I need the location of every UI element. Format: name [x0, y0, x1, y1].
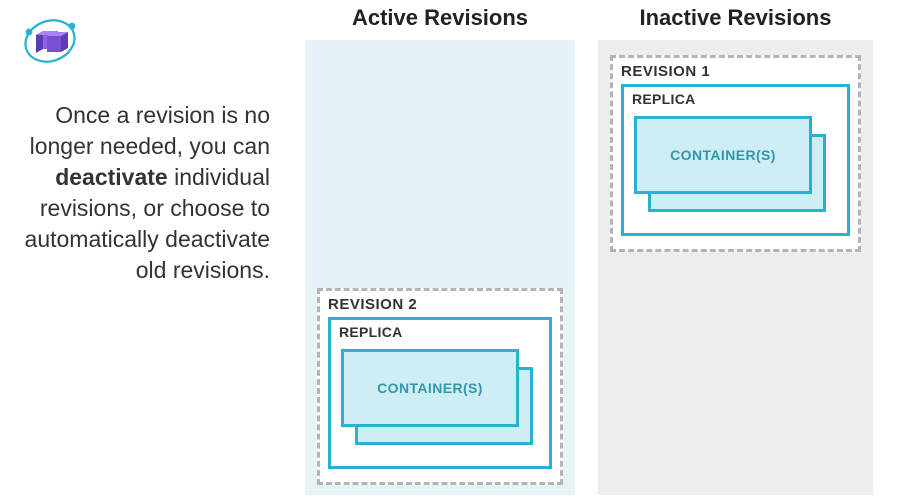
active-revisions-column: Active Revisions REVISION 2 REPLICA CONT…	[305, 5, 575, 495]
inactive-revisions-column: Inactive Revisions REVISION 1 REPLICA CO…	[598, 5, 873, 495]
revision-1-replica-label: REPLICA	[632, 90, 839, 108]
app-logo	[20, 14, 80, 69]
active-column-body: REVISION 2 REPLICA CONTAINER(S)	[305, 40, 575, 495]
container-label: CONTAINER(S)	[377, 380, 483, 396]
revision-2-replica-label: REPLICA	[339, 323, 541, 341]
explanation-lead: Once a revision is no longer needed, you…	[30, 102, 270, 159]
revision-1-replica: REPLICA CONTAINER(S)	[621, 84, 850, 236]
revision-2-label: REVISION 2	[328, 295, 552, 315]
active-column-title: Active Revisions	[305, 5, 575, 34]
container-card-front: CONTAINER(S)	[341, 349, 519, 427]
revision-1-container-stack: CONTAINER(S)	[632, 112, 839, 222]
revision-1-label: REVISION 1	[621, 62, 850, 82]
revision-2-container-stack: CONTAINER(S)	[339, 345, 541, 455]
explanation-bold: deactivate	[55, 164, 168, 190]
revision-2-replica: REPLICA CONTAINER(S)	[328, 317, 552, 469]
inactive-column-title: Inactive Revisions	[598, 5, 873, 34]
explanation-text: Once a revision is no longer needed, you…	[10, 100, 270, 286]
revision-2-box: REVISION 2 REPLICA CONTAINER(S)	[317, 288, 563, 485]
inactive-column-body: REVISION 1 REPLICA CONTAINER(S)	[598, 40, 873, 495]
revision-1-box: REVISION 1 REPLICA CONTAINER(S)	[610, 55, 861, 252]
container-card-front: CONTAINER(S)	[634, 116, 812, 194]
container-label: CONTAINER(S)	[670, 147, 776, 163]
